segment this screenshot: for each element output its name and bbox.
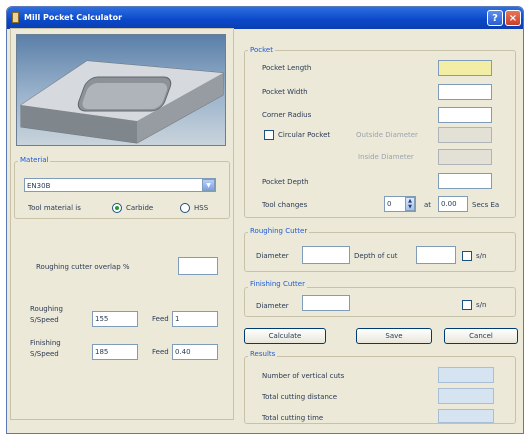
finishing-sspeed-label: S/Speed bbox=[30, 350, 59, 358]
cutting-time-output bbox=[438, 409, 494, 423]
roughing-feed-input[interactable]: 1 bbox=[172, 311, 218, 327]
pocket-group-label: Pocket bbox=[248, 46, 275, 54]
secs-input[interactable]: 0.00 bbox=[438, 196, 468, 212]
calculate-button[interactable]: Calculate bbox=[244, 328, 326, 344]
outside-diameter-label: Outside Diameter bbox=[356, 131, 418, 139]
carbide-radio[interactable] bbox=[112, 203, 122, 213]
pocket-length-input[interactable] bbox=[438, 60, 492, 76]
tool-material-label: Tool material is bbox=[28, 204, 81, 212]
overlap-input[interactable] bbox=[178, 257, 218, 275]
secs-each-label: Secs Ea bbox=[472, 201, 500, 209]
at-label: at bbox=[424, 201, 432, 209]
title-bar[interactable]: Mill Pocket Calculator ? × bbox=[7, 7, 523, 29]
tool-changes-label: Tool changes bbox=[262, 201, 308, 209]
material-select[interactable]: EN30B bbox=[24, 178, 216, 192]
cutting-time-label: Total cutting time bbox=[262, 414, 324, 422]
roughing-sn-label: s/n bbox=[476, 252, 487, 260]
hss-radio[interactable] bbox=[180, 203, 190, 213]
corner-radius-input[interactable] bbox=[438, 107, 492, 123]
finishing-diameter-input[interactable] bbox=[302, 295, 350, 311]
cutting-distance-output bbox=[438, 388, 494, 404]
finishing-diameter-label: Diameter bbox=[256, 302, 289, 310]
finishing-feed-input[interactable]: 0.40 bbox=[172, 344, 218, 360]
material-group-label: Material bbox=[18, 156, 51, 164]
vertical-cuts-label: Number of vertical cuts bbox=[262, 372, 345, 380]
circular-pocket-label: Circular Pocket bbox=[278, 131, 331, 139]
pocket-preview-image bbox=[16, 34, 226, 146]
app-icon bbox=[12, 12, 19, 23]
roughing-feed-label: Feed bbox=[152, 315, 169, 323]
outside-diameter-input bbox=[438, 127, 492, 143]
inside-diameter-input bbox=[438, 149, 492, 165]
results-group-label: Results bbox=[248, 350, 278, 358]
inside-diameter-label: Inside Diameter bbox=[358, 153, 414, 161]
close-icon[interactable]: × bbox=[505, 10, 521, 26]
hss-radio-label: HSS bbox=[194, 204, 209, 212]
roughing-diameter-label: Diameter bbox=[256, 252, 289, 260]
finishing-feed-label: Feed bbox=[152, 348, 169, 356]
roughing-sn-checkbox[interactable] bbox=[462, 251, 472, 261]
finishing-cutter-group-label: Finishing Cutter bbox=[248, 280, 307, 288]
help-icon[interactable]: ? bbox=[487, 10, 503, 26]
pocket-3d-drawing bbox=[20, 60, 224, 144]
pocket-depth-label: Pocket Depth bbox=[262, 178, 309, 186]
depth-of-cut-label: Depth of cut bbox=[354, 252, 398, 260]
pocket-width-label: Pocket Width bbox=[262, 88, 308, 96]
spinner-icon[interactable]: ▲ ▼ bbox=[405, 197, 415, 211]
finishing-sn-label: s/n bbox=[476, 301, 487, 309]
roughing-speed-input[interactable]: 155 bbox=[92, 311, 138, 327]
cancel-button[interactable]: Cancel bbox=[444, 328, 518, 344]
circular-pocket-checkbox[interactable] bbox=[264, 130, 274, 140]
roughing-cutter-group-label: Roughing Cutter bbox=[248, 227, 310, 235]
pocket-length-label: Pocket Length bbox=[262, 64, 312, 72]
cutting-distance-label: Total cutting distance bbox=[262, 393, 338, 401]
save-button[interactable]: Save bbox=[356, 328, 432, 344]
corner-radius-label: Corner Radius bbox=[262, 111, 312, 119]
finishing-sn-checkbox[interactable] bbox=[462, 300, 472, 310]
vertical-cuts-output bbox=[438, 367, 494, 383]
pocket-depth-input[interactable] bbox=[438, 173, 492, 189]
finishing-label: Finishing bbox=[30, 339, 61, 347]
roughing-diameter-input[interactable] bbox=[302, 246, 350, 264]
pocket-width-input[interactable] bbox=[438, 84, 492, 100]
dropdown-arrow-icon[interactable]: ▼ bbox=[202, 179, 215, 191]
finishing-speed-input[interactable]: 185 bbox=[92, 344, 138, 360]
roughing-sspeed-label: S/Speed bbox=[30, 316, 59, 324]
roughing-label: Roughing bbox=[30, 305, 63, 313]
window-title: Mill Pocket Calculator bbox=[24, 13, 123, 22]
depth-of-cut-input[interactable] bbox=[416, 246, 456, 264]
carbide-radio-label: Carbide bbox=[126, 204, 154, 212]
overlap-label: Roughing cutter overlap % bbox=[36, 263, 130, 271]
